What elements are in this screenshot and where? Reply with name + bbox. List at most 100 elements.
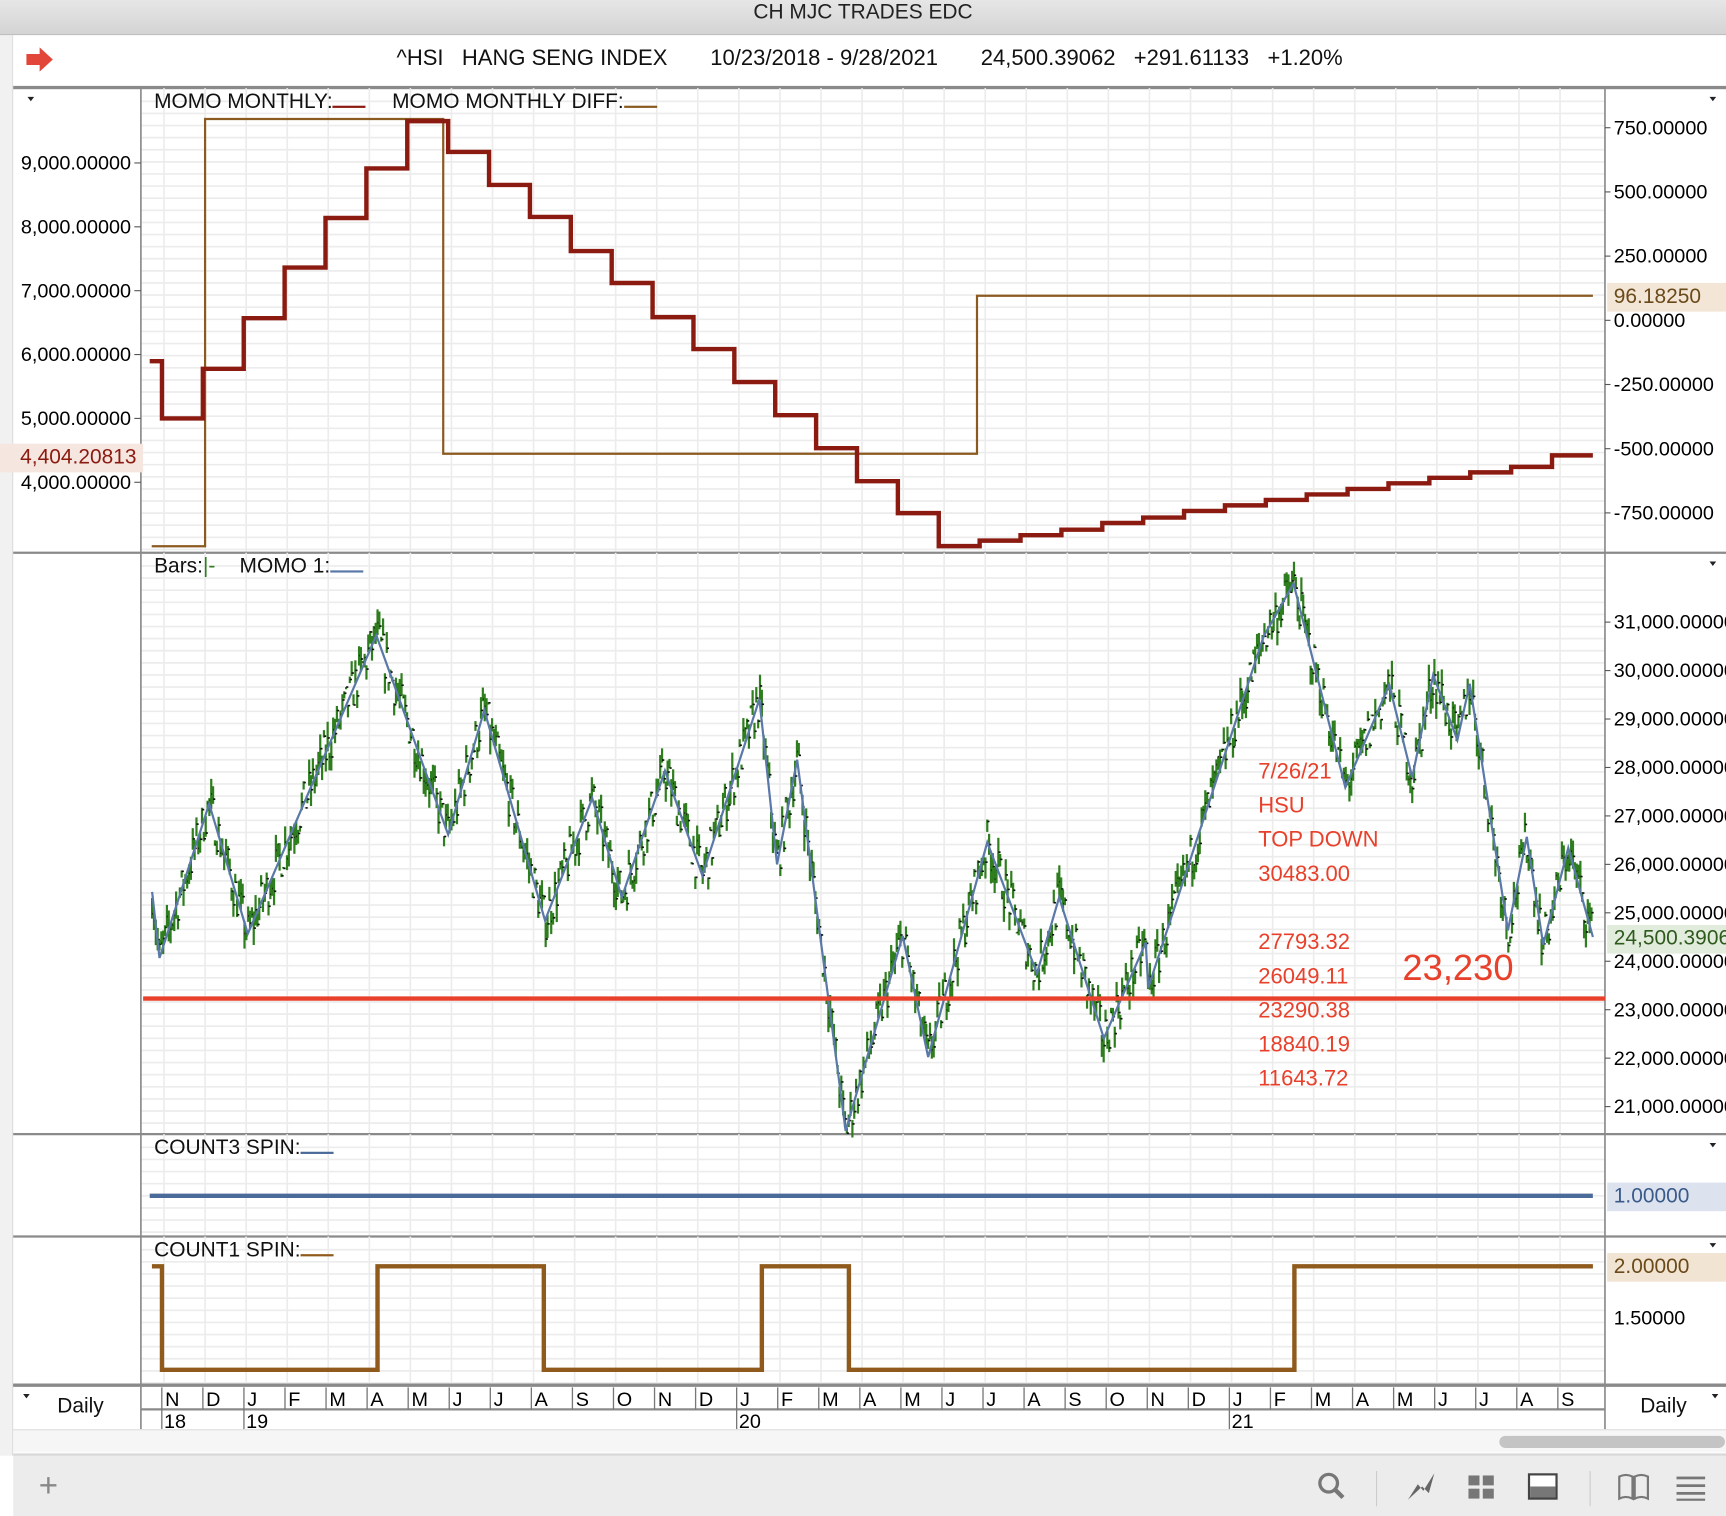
price-axis-tick: 26,000.00000 bbox=[1614, 854, 1726, 876]
dropdown-arrow-icon bbox=[1709, 96, 1717, 102]
month-label: S bbox=[1561, 1389, 1574, 1411]
left-axis-tick: 7,000.00000 bbox=[21, 280, 131, 302]
price-axis-tick: 29,000.00000 bbox=[1614, 709, 1726, 731]
momo-legend-swatch bbox=[332, 105, 366, 108]
month-label: N bbox=[658, 1389, 672, 1411]
price-axis-tick: 23,000.00000 bbox=[1614, 999, 1726, 1021]
momo-current-value: 4,404.20813 bbox=[0, 443, 144, 473]
month-label: J bbox=[453, 1389, 463, 1411]
dropdown-arrow-icon bbox=[27, 96, 35, 102]
month-label: O bbox=[617, 1389, 632, 1411]
dropdown-arrow-icon bbox=[1709, 561, 1717, 566]
month-label: A bbox=[370, 1389, 384, 1411]
price-axis-tick: 30,000.00000 bbox=[1614, 660, 1726, 682]
momo-monthly-line bbox=[149, 118, 1593, 549]
chart-svg[interactable]: 9,000.00000 8,000.00000 7,000.00000 6,000.0… bbox=[0, 0, 1726, 1514]
month-label: M bbox=[1397, 1389, 1413, 1411]
month-label: M bbox=[411, 1389, 427, 1411]
annotation-method: TOP DOWN bbox=[1258, 828, 1379, 853]
annotation-level: 27793.32 bbox=[1258, 930, 1351, 955]
dropdown-arrow-icon bbox=[23, 1393, 30, 1399]
search-icon[interactable] bbox=[1314, 1469, 1349, 1504]
month-label: M bbox=[1315, 1389, 1331, 1411]
month-label: J bbox=[945, 1389, 955, 1411]
month-label: J bbox=[1479, 1389, 1489, 1411]
price-axis-tick: 28,000.00000 bbox=[1614, 757, 1726, 779]
count1-current-value: 2.00000 bbox=[1607, 1253, 1726, 1282]
right-axis-tick: -250.00000 bbox=[1614, 374, 1714, 396]
right-axis-tick: 0.00000 bbox=[1614, 310, 1686, 332]
momo-legend: MOMO MONTHLY: MOMO MONTHLY DIFF: bbox=[154, 90, 657, 114]
price-current-value: 24,500.39062 bbox=[1607, 924, 1726, 954]
diff-legend-swatch bbox=[623, 105, 657, 108]
annotation-level: 30483.00 bbox=[1258, 862, 1351, 887]
count1-legend-label: COUNT1 SPIN: bbox=[154, 1238, 301, 1262]
grid-icon[interactable] bbox=[1464, 1469, 1499, 1504]
month-label: S bbox=[1068, 1389, 1081, 1411]
horizontal-scrollbar[interactable] bbox=[13, 1429, 1726, 1453]
dropdown-arrow-icon bbox=[1709, 1243, 1717, 1248]
month-label: A bbox=[1027, 1389, 1041, 1411]
count3-current-value: 1.00000 bbox=[1607, 1182, 1726, 1212]
right-axis-tick: 250.00000 bbox=[1614, 246, 1708, 268]
month-label: J bbox=[494, 1389, 504, 1411]
month-label: M bbox=[822, 1389, 838, 1411]
toolbar-divider bbox=[1376, 1471, 1378, 1507]
count1-swatch bbox=[300, 1254, 334, 1257]
count3-swatch bbox=[300, 1151, 334, 1154]
left-axis-tick: 9,000.00000 bbox=[21, 153, 131, 175]
annotation-level: 26049.11 bbox=[1258, 964, 1349, 989]
level-label: 23,230 bbox=[1402, 946, 1514, 988]
momo1-swatch bbox=[330, 570, 364, 573]
scrollbar-thumb[interactable] bbox=[1499, 1435, 1725, 1448]
add-icon[interactable]: + bbox=[31, 1468, 66, 1504]
left-axis-tick: 6,000.00000 bbox=[21, 344, 131, 366]
month-label: A bbox=[1520, 1389, 1534, 1411]
count3-legend: COUNT3 SPIN: bbox=[154, 1136, 334, 1160]
period-right[interactable]: Daily bbox=[1640, 1395, 1686, 1419]
month-label: F bbox=[288, 1389, 300, 1411]
month-label: M bbox=[329, 1389, 345, 1411]
month-label: D bbox=[206, 1389, 220, 1411]
momo1-legend: MOMO 1: bbox=[239, 554, 331, 579]
book-icon[interactable] bbox=[1616, 1469, 1651, 1504]
month-label: J bbox=[1438, 1389, 1448, 1411]
month-label: J bbox=[247, 1389, 257, 1411]
annotation-level: 23290.38 bbox=[1258, 998, 1351, 1023]
count1-axis-tick: 1.50000 bbox=[1614, 1308, 1686, 1330]
month-label: J bbox=[740, 1389, 750, 1411]
chart-line-icon[interactable] bbox=[1405, 1469, 1440, 1504]
month-label: M bbox=[904, 1389, 920, 1411]
annotation-level: 18840.19 bbox=[1258, 1032, 1351, 1058]
left-axis-tick: 5,000.00000 bbox=[21, 408, 131, 430]
dropdown-arrow-icon bbox=[1709, 1142, 1717, 1148]
month-label: D bbox=[1192, 1389, 1206, 1411]
month-label: A bbox=[1356, 1389, 1370, 1411]
month-label: F bbox=[1274, 1389, 1286, 1411]
dropdown-arrow-icon bbox=[1711, 1393, 1719, 1399]
bottom-toolbar: + bbox=[13, 1453, 1726, 1516]
price-axis-tick: 22,000.00000 bbox=[1614, 1048, 1726, 1070]
price-axis-tick: 27,000.00000 bbox=[1614, 806, 1726, 828]
period-left[interactable]: Daily bbox=[57, 1395, 103, 1419]
month-label: J bbox=[1233, 1389, 1243, 1411]
panel-icon[interactable] bbox=[1526, 1469, 1561, 1504]
right-axis-tick: 750.00000 bbox=[1614, 117, 1708, 139]
month-label: D bbox=[699, 1389, 713, 1411]
month-label: A bbox=[863, 1389, 877, 1411]
annotation-symbol: HSU bbox=[1258, 793, 1305, 819]
price-legend: Bars:|- MOMO 1: bbox=[154, 554, 364, 579]
diff-current-value: 96.18250 bbox=[1607, 282, 1726, 312]
month-label: A bbox=[535, 1389, 549, 1411]
annotation-block: 7/26/21 HSU TOP DOWN 30483.00 27793.32 2… bbox=[1258, 755, 1378, 1096]
bars-glyph: |- bbox=[202, 554, 216, 579]
count1-spin-line bbox=[151, 1264, 1593, 1372]
left-axis-tick: 4,000.00000 bbox=[21, 472, 131, 494]
price-axis-tick: 24,000.00000 bbox=[1614, 951, 1726, 973]
right-axis-tick: -500.00000 bbox=[1614, 438, 1714, 460]
momo-diff-legend: MOMO MONTHLY DIFF: bbox=[392, 90, 624, 114]
chart-window: CH MJC TRADES EDC ^HSI HANG SENG INDEX 1… bbox=[0, 0, 1726, 1516]
price-axis-tick: 21,000.00000 bbox=[1614, 1096, 1726, 1118]
annotation-date: 7/26/21 bbox=[1258, 759, 1332, 784]
menu-icon[interactable] bbox=[1673, 1469, 1708, 1504]
